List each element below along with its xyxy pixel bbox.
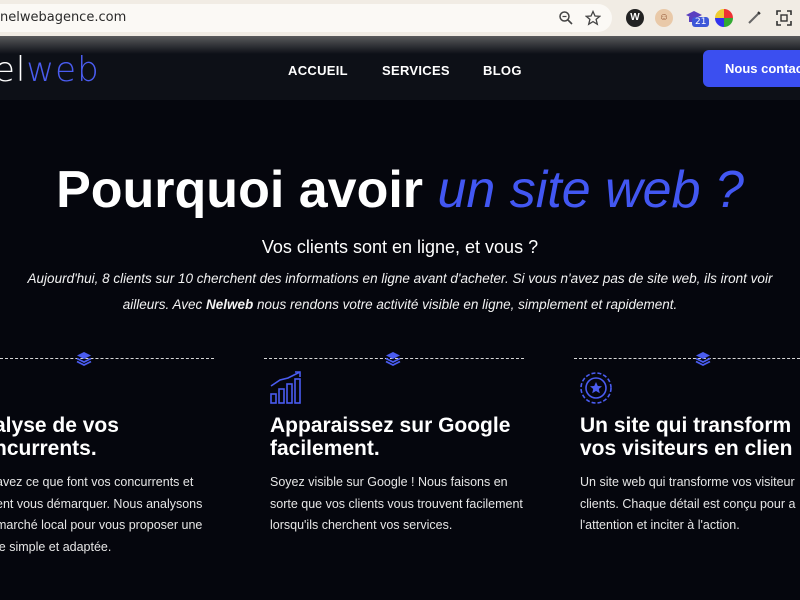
magnifier-icon[interactable]	[558, 10, 574, 26]
hero-desc-brand: Nelweb	[206, 297, 254, 312]
extension-w-icon[interactable]: W	[626, 9, 644, 27]
url-text[interactable]: nelwebagence.com	[0, 10, 126, 25]
card-text-line: ent vous démarquer. Nous analysons	[0, 496, 203, 511]
card-text-line: Soyez visible sur Google ! Nous faisons …	[270, 475, 508, 489]
nav-services[interactable]: SERVICES	[382, 63, 450, 78]
extension-badge: 21	[692, 17, 710, 27]
extension-color-icon[interactable]	[715, 9, 733, 27]
hero-title-accent: un site web ?	[437, 161, 744, 219]
card-title: Apparaissez sur Google facilement.	[270, 414, 510, 460]
card-text-line: clients. Chaque détail est conçu pour a	[580, 496, 796, 511]
hero-title-main: Pourquoi avoir	[56, 161, 438, 219]
hero-desc-line2: ailleurs. Avec Nelweb nous rendons votre…	[0, 292, 800, 318]
hero-desc-pre: ailleurs. Avec	[122, 297, 207, 312]
card-text: Soyez visible sur Google ! Nous faisons …	[270, 472, 523, 537]
layers-icon	[76, 352, 92, 367]
award-badge-icon	[580, 372, 612, 404]
card-text-line: Un site web qui transforme vos visiteur	[580, 475, 795, 489]
logo[interactable]: elweb	[0, 50, 100, 90]
card-text-line: l'attention et inciter à l'action.	[580, 518, 740, 532]
card-text-line: marché local pour vous proposer une	[0, 518, 203, 532]
card-text-line: sorte que vos clients vous trouvent faci…	[270, 496, 523, 511]
nav-blog[interactable]: BLOG	[483, 63, 522, 78]
card-title-line: Apparaissez sur Google	[270, 414, 511, 437]
card-text: avez ce que font vos concurrents et ent …	[0, 472, 202, 558]
screenshot-icon[interactable]	[775, 9, 793, 27]
browser-toolbar: nelwebagence.com W ☺ 21	[0, 0, 800, 36]
card-text-line: ie simple et adaptée.	[0, 539, 112, 554]
layers-icon	[695, 352, 711, 367]
card-divider	[0, 358, 214, 359]
extension-avatar-icon[interactable]: ☺	[655, 9, 673, 27]
hero-title: Pourquoi avoir un site web ?	[0, 160, 800, 220]
address-bar[interactable]: nelwebagence.com	[0, 4, 612, 32]
card-title-line: alyse de vos	[0, 414, 119, 437]
hero-subtitle: Vos clients sont en ligne, et vous ?	[261, 237, 539, 257]
hero-desc-post: nous rendons votre activité visible en l…	[253, 297, 678, 312]
header-shadow	[0, 36, 800, 54]
card-title: Un site qui transform vos visiteurs en c…	[580, 414, 792, 460]
card-title-line: Un site qui transform	[580, 414, 792, 437]
card-title: alyse de vos ncurrents.	[0, 414, 119, 460]
star-icon[interactable]	[584, 9, 602, 26]
growth-chart-icon	[270, 371, 301, 404]
nav-accueil[interactable]: ACCUEIL	[288, 63, 348, 78]
card-text-line: avez ce que font vos concurrents et	[0, 475, 194, 489]
hero-description: Aujourd'hui, 8 clients sur 10 cherchent …	[0, 266, 800, 318]
card-text: Un site web qui transforme vos visiteur …	[580, 472, 795, 537]
card-title-line: ncurrents.	[0, 437, 97, 460]
pen-icon[interactable]	[745, 9, 763, 27]
logo-part2: web	[26, 50, 100, 90]
card-title-line: facilement.	[270, 437, 380, 460]
layers-icon	[385, 352, 401, 367]
hero-desc-line1: Aujourd'hui, 8 clients sur 10 cherchent …	[27, 271, 773, 286]
contact-button[interactable]: Nous contact	[703, 50, 800, 87]
card-divider	[574, 358, 800, 359]
card-text-line: lorsqu'ils cherchent vos services.	[270, 518, 453, 532]
card-title-line: vos visiteurs en clien	[580, 437, 793, 460]
logo-part1: el	[0, 50, 27, 90]
